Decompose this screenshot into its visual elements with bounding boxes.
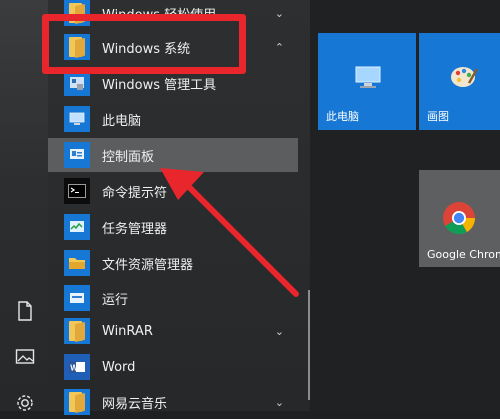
annotation-arrow bbox=[160, 168, 299, 297]
